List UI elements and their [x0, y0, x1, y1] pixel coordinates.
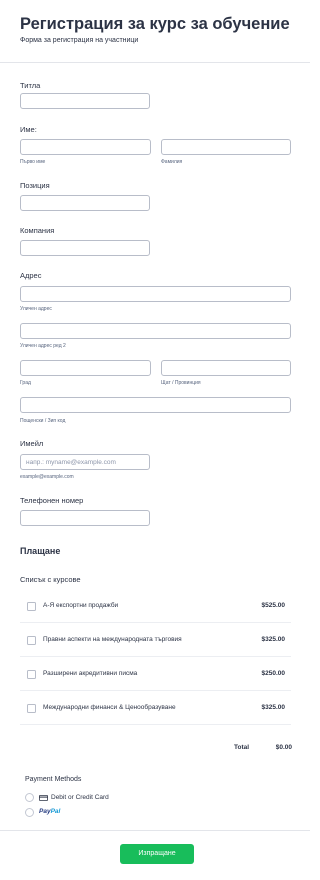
phone-input[interactable] [20, 510, 150, 526]
street-address-2-sublabel: Уличен адрес ред 2 [20, 343, 66, 349]
city-sublabel: Град [20, 380, 31, 386]
payment-section-title: Плащане [20, 546, 61, 556]
product-checkbox[interactable] [27, 636, 36, 645]
title-label: Титла [20, 81, 41, 90]
last-name-sublabel: Фамилия [161, 159, 183, 165]
product-price: $250.00 [261, 670, 286, 677]
payment-methods-title: Payment Methods [25, 776, 82, 783]
product-item[interactable]: А-Я експортни продажби $525.00 [20, 590, 291, 623]
product-price: $325.00 [261, 704, 286, 711]
name-label: Име: [20, 125, 37, 134]
last-name-input[interactable] [161, 139, 291, 155]
product-item[interactable]: Правни аспекти на международната търгови… [20, 624, 291, 657]
product-item[interactable]: Международни финанси & Ценообразуване $3… [20, 692, 291, 725]
payment-option-card[interactable]: Debit or Credit Card [25, 793, 225, 803]
position-label: Позиция [20, 181, 50, 190]
product-name: Правни аспекти на международната търгови… [43, 636, 182, 643]
zip-code-input[interactable] [20, 397, 291, 413]
zip-code-sublabel: Пощенски / Зип код [20, 418, 66, 424]
card-option-label: Debit or Credit Card [51, 793, 109, 801]
product-price: $325.00 [261, 636, 286, 643]
credit-card-icon [39, 794, 48, 801]
street-address-sublabel: Уличен адрес [20, 306, 52, 312]
first-name-input[interactable] [20, 139, 151, 155]
state-input[interactable] [161, 360, 291, 376]
product-checkbox[interactable] [27, 670, 36, 679]
course-list-title: Списък с курсове [20, 575, 81, 584]
first-name-sublabel: Първо име [20, 159, 46, 165]
phone-label: Телефонен номер [20, 496, 84, 505]
street-address-input[interactable] [20, 286, 291, 302]
email-label: Имейл [20, 439, 44, 448]
address-label: Адрес [20, 271, 42, 280]
product-item[interactable]: Разширени акредитивни писма $250.00 [20, 658, 291, 691]
product-name: Разширени акредитивни писма [43, 670, 138, 677]
product-name: Международни финанси & Ценообразуване [43, 704, 176, 711]
total-value: $0.00 [275, 744, 292, 751]
form-subtitle: Форма за регистрация на участници [20, 37, 139, 44]
payment-option-paypal[interactable]: PayPal [25, 808, 225, 818]
email-input[interactable]: напр.: myname@example.com [20, 454, 150, 470]
company-input[interactable] [20, 240, 150, 256]
product-checkbox[interactable] [27, 602, 36, 611]
title-input[interactable] [20, 93, 150, 109]
email-sublabel: example@example.com [20, 474, 74, 480]
paypal-logo: PayPal [39, 808, 61, 815]
city-input[interactable] [20, 360, 151, 376]
submit-button[interactable]: Изпращане [120, 844, 194, 864]
product-checkbox[interactable] [27, 704, 36, 713]
form-header: Регистрация за курс за обучение Форма за… [0, 0, 310, 63]
email-placeholder: напр.: myname@example.com [26, 459, 116, 466]
total-label: Total [234, 744, 250, 751]
paypal-radio[interactable] [25, 808, 34, 817]
street-address-2-input[interactable] [20, 323, 291, 339]
position-input[interactable] [20, 195, 150, 211]
company-label: Компания [20, 226, 55, 235]
product-price: $525.00 [261, 602, 286, 609]
product-name: А-Я експортни продажби [43, 602, 119, 609]
state-sublabel: Щат / Провинция [161, 380, 201, 386]
form-title: Регистрация за курс за обучение [20, 15, 290, 33]
card-radio[interactable] [25, 793, 34, 802]
